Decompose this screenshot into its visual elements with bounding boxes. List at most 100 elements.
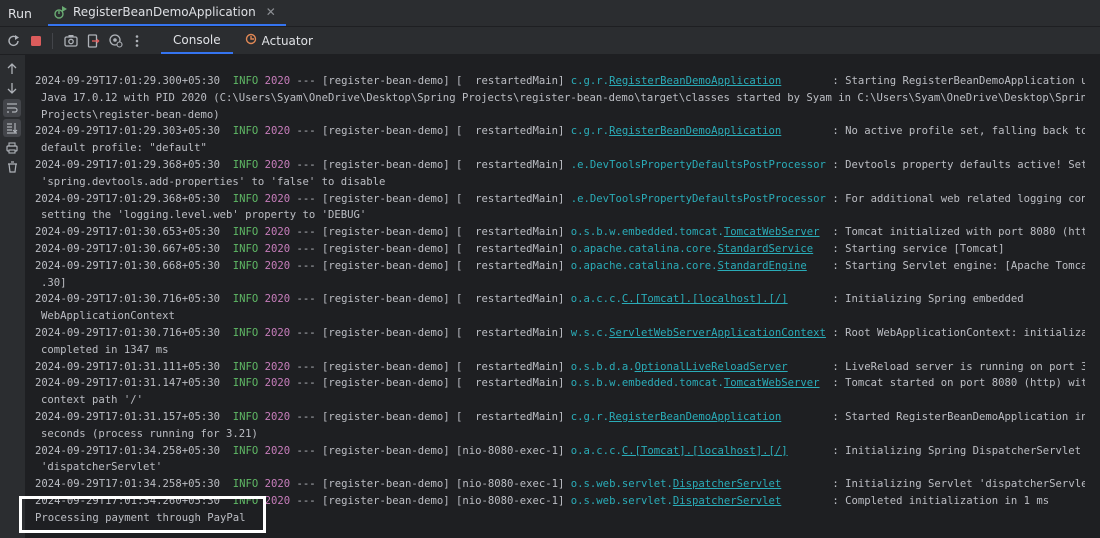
- log-level: INFO: [232, 293, 259, 306]
- log-logger-package: c.g.r.: [570, 75, 610, 87]
- scroll-to-end-icon[interactable]: [3, 119, 21, 137]
- log-logger-class[interactable]: C.[Tomcat].[localhost].[/]: [622, 293, 788, 305]
- log-logger[interactable]: o.s.b.w.embedded.tomcat.TomcatWebServer: [571, 226, 820, 238]
- settings-icon[interactable]: [105, 31, 125, 51]
- log-thread: --- [register-bean-demo] [nio-8080-exec-…: [290, 478, 571, 491]
- soft-wrap-icon[interactable]: [3, 99, 21, 117]
- log-gap: [220, 226, 233, 238]
- log-thread: --- [register-bean-demo] [ restartedMain…: [290, 410, 571, 423]
- more-icon[interactable]: [127, 31, 147, 51]
- log-logger-class[interactable]: RegisterBeanDemoApplication: [609, 75, 781, 87]
- log-logger-class[interactable]: StandardService: [718, 243, 814, 255]
- log-logger-class[interactable]: TomcatWebServer: [724, 226, 820, 238]
- log-logger-class[interactable]: RegisterBeanDemoApplication: [609, 125, 781, 137]
- log-timestamp: 2024-09-29T17:01:31.157+05:30: [35, 410, 220, 423]
- log-logger-package: o.a.c.c.: [570, 444, 622, 457]
- console-scrollbar[interactable]: [1090, 55, 1100, 538]
- log-text: 'spring.devtools.add-properties' to 'fal…: [41, 175, 386, 188]
- log-padding: [781, 495, 832, 507]
- log-logger[interactable]: o.s.web.servlet.DispatcherServlet: [571, 495, 782, 507]
- log-timestamp: 2024-09-29T17:01:29.303+05:30: [35, 125, 220, 138]
- camera-icon[interactable]: [61, 31, 81, 51]
- log-line: 2024-09-29T17:01:34.258+05:30 INFO 2020 …: [35, 443, 1085, 460]
- log-pid: 2020: [264, 192, 291, 205]
- log-pid: 2020: [264, 125, 291, 138]
- run-toolbar: Console Actuator: [0, 27, 1100, 54]
- log-pid: 2020: [264, 158, 291, 171]
- log-logger-class[interactable]: RegisterBeanDemoApplication: [609, 411, 781, 423]
- toolbar-separator: [52, 32, 53, 49]
- log-text: 'dispatcherServlet': [41, 461, 163, 474]
- log-gap: [220, 159, 233, 171]
- log-logger-class[interactable]: DispatcherServlet: [673, 495, 781, 507]
- log-thread: --- [register-bean-demo] [nio-8080-exec-…: [290, 494, 571, 507]
- log-message: : Tomcat initialized with port 8080 (htt…: [832, 226, 1085, 239]
- log-logger-class[interactable]: C.[Tomcat].[localhost].[/]: [622, 445, 788, 457]
- log-message: : Devtools property defaults active! Set: [832, 158, 1085, 171]
- log-pid: 2020: [264, 377, 291, 390]
- arrow-down-icon[interactable]: [3, 79, 21, 97]
- stop-icon[interactable]: [26, 31, 46, 51]
- log-message: : Tomcat started on port 8080 (http) wit…: [832, 377, 1085, 390]
- print-icon[interactable]: [3, 139, 21, 157]
- log-pid: 2020: [264, 444, 291, 457]
- tab-actuator[interactable]: Actuator: [233, 27, 325, 54]
- run-config-tab[interactable]: RegisterBeanDemoApplication ✕: [48, 0, 286, 26]
- log-thread: --- [register-bean-demo] [ restartedMain…: [290, 192, 571, 205]
- log-logger[interactable]: o.s.b.d.a.OptionalLiveReloadServer: [571, 361, 788, 373]
- log-continuation: Java 17.0.12 with PID 2020 (C:\Users\Sya…: [35, 90, 1085, 107]
- log-continuation: setting the 'logging.level.web' property…: [35, 207, 1085, 224]
- log-logger[interactable]: .e.DevToolsPropertyDefaultsPostProcessor: [571, 193, 826, 205]
- log-gap: [220, 260, 233, 272]
- log-level: INFO: [232, 192, 259, 205]
- log-logger-class[interactable]: TomcatWebServer: [724, 377, 820, 389]
- log-logger[interactable]: w.s.c.ServletWebServerApplicationContext: [571, 327, 826, 339]
- log-line: 2024-09-29T17:01:30.716+05:30 INFO 2020 …: [35, 291, 1085, 308]
- log-level: INFO: [232, 158, 259, 171]
- log-logger-class[interactable]: ServletWebServerApplicationContext: [609, 327, 826, 339]
- log-logger-class[interactable]: DispatcherServlet: [673, 478, 781, 490]
- log-message: : Initializing Spring embedded: [832, 293, 1024, 306]
- log-logger[interactable]: c.g.r.RegisterBeanDemoApplication: [571, 411, 782, 423]
- log-logger[interactable]: o.apache.catalina.core.StandardEngine: [571, 260, 807, 272]
- exit-icon[interactable]: [83, 31, 103, 51]
- rerun-icon[interactable]: [4, 31, 24, 51]
- log-logger-package: o.a.c.c.: [570, 293, 622, 306]
- log-thread: --- [register-bean-demo] [ restartedMain…: [290, 158, 571, 171]
- log-pid: 2020: [264, 293, 291, 306]
- log-thread: --- [register-bean-demo] [ restartedMain…: [290, 377, 571, 390]
- log-logger-package: c.g.r.: [570, 125, 610, 138]
- log-logger-package: o.apache.catalina.core.: [570, 259, 718, 272]
- log-message: : Initializing Spring DispatcherServlet: [832, 444, 1082, 457]
- log-padding: [813, 243, 832, 255]
- log-line: 2024-09-29T17:01:30.653+05:30 INFO 2020 …: [35, 224, 1085, 241]
- log-message: : No active profile set, falling back to…: [832, 125, 1085, 138]
- log-thread: --- [register-bean-demo] [ restartedMain…: [290, 226, 571, 239]
- log-message: : Starting Servlet engine: [Apache Tomca…: [832, 259, 1085, 272]
- log-logger[interactable]: o.s.web.servlet.DispatcherServlet: [571, 478, 782, 490]
- log-line: 2024-09-29T17:01:31.111+05:30 INFO 2020 …: [35, 359, 1085, 376]
- log-timestamp: 2024-09-29T17:01:34.258+05:30: [35, 444, 220, 457]
- log-logger[interactable]: c.g.r.RegisterBeanDemoApplication: [571, 125, 782, 137]
- trash-icon[interactable]: [3, 158, 21, 176]
- log-logger-class[interactable]: OptionalLiveReloadServer: [635, 361, 788, 373]
- log-logger[interactable]: o.a.c.c.C.[Tomcat].[localhost].[/]: [571, 293, 788, 305]
- log-padding: [781, 411, 832, 423]
- log-logger-class[interactable]: StandardEngine: [718, 260, 807, 272]
- log-timestamp: 2024-09-29T17:01:30.716+05:30: [35, 293, 220, 306]
- log-logger[interactable]: c.g.r.RegisterBeanDemoApplication: [571, 75, 782, 87]
- log-pid: 2020: [264, 75, 291, 87]
- tab-console[interactable]: Console: [161, 27, 233, 54]
- log-thread: --- [register-bean-demo] [nio-8080-exec-…: [290, 444, 571, 457]
- arrow-up-icon[interactable]: [3, 60, 21, 78]
- log-timestamp: 2024-09-29T17:01:30.667+05:30: [35, 242, 220, 255]
- log-logger[interactable]: o.s.b.w.embedded.tomcat.TomcatWebServer: [571, 377, 820, 389]
- log-pid: 2020: [264, 478, 291, 491]
- console-output[interactable]: 2024-09-29T17:01:29.300+05:30 INFO 2020 …: [35, 73, 1085, 527]
- log-logger[interactable]: o.apache.catalina.core.StandardService: [571, 243, 813, 255]
- log-logger[interactable]: o.a.c.c.C.[Tomcat].[localhost].[/]: [571, 445, 788, 457]
- log-logger[interactable]: .e.DevToolsPropertyDefaultsPostProcessor: [571, 159, 826, 171]
- close-icon[interactable]: ✕: [266, 5, 276, 19]
- log-logger-package: o.s.web.servlet.: [570, 494, 673, 507]
- log-pid: 2020: [264, 360, 291, 373]
